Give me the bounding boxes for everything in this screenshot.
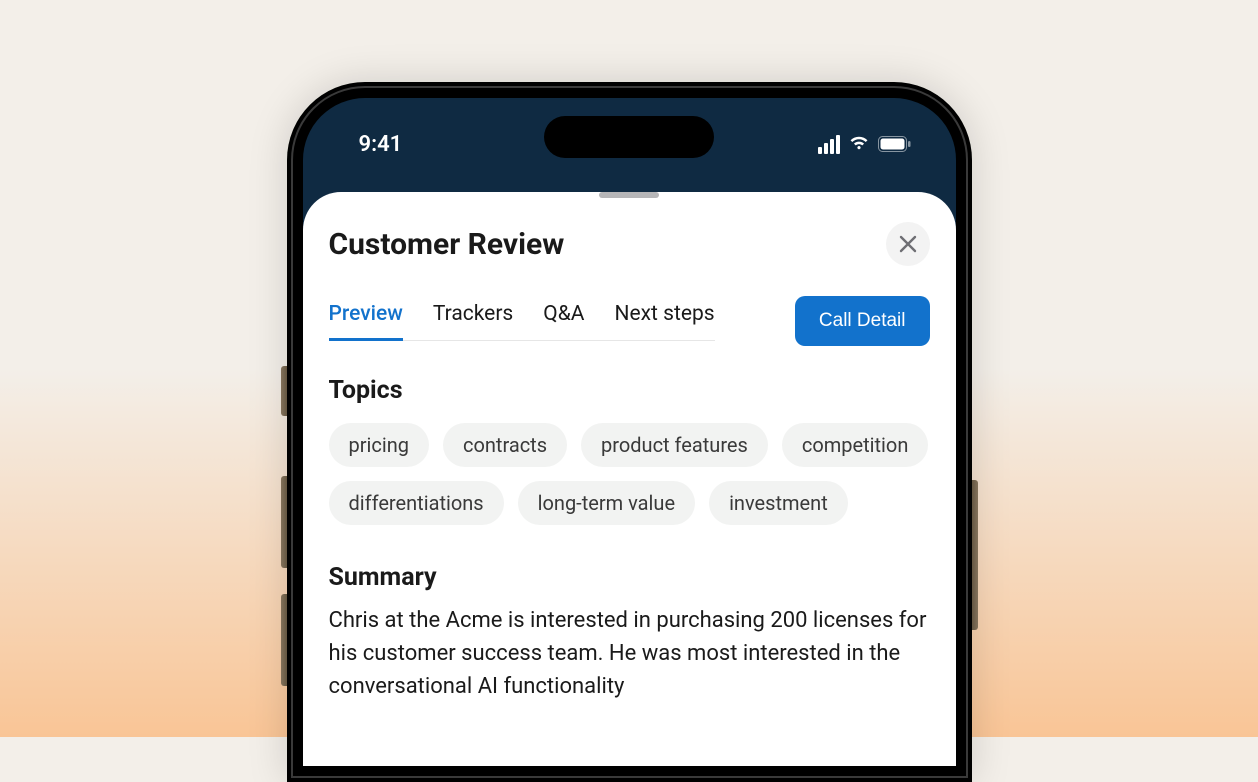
topic-chip[interactable]: investment bbox=[709, 481, 848, 525]
dynamic-island bbox=[544, 116, 714, 158]
tabs: Preview Trackers Q&A Next steps bbox=[329, 302, 715, 341]
summary-text: Chris at the Acme is interested in purch… bbox=[329, 604, 930, 703]
tab-trackers[interactable]: Trackers bbox=[433, 302, 513, 340]
topic-chip[interactable]: pricing bbox=[329, 423, 429, 467]
call-detail-button[interactable]: Call Detail bbox=[795, 296, 930, 346]
summary-heading: Summary bbox=[329, 563, 930, 592]
topics-heading: Topics bbox=[329, 376, 930, 405]
status-icons bbox=[818, 133, 912, 155]
phone-side-button bbox=[281, 594, 287, 686]
battery-icon bbox=[878, 136, 912, 152]
sheet-grabber[interactable] bbox=[599, 192, 659, 198]
sheet-header: Customer Review bbox=[329, 222, 930, 266]
tab-qa[interactable]: Q&A bbox=[543, 302, 584, 340]
topics-chips: pricing contracts product features compe… bbox=[329, 423, 930, 525]
topic-chip[interactable]: competition bbox=[782, 423, 929, 467]
topic-chip[interactable]: product features bbox=[581, 423, 768, 467]
topic-chip[interactable]: differentiations bbox=[329, 481, 504, 525]
tab-preview[interactable]: Preview bbox=[329, 302, 403, 340]
phone-mockup: 9:41 bbox=[287, 82, 972, 782]
status-time: 9:41 bbox=[347, 132, 403, 157]
topic-chip[interactable]: contracts bbox=[443, 423, 567, 467]
close-icon bbox=[899, 235, 917, 253]
close-button[interactable] bbox=[886, 222, 930, 266]
cellular-signal-icon bbox=[818, 135, 840, 154]
bottom-sheet: Customer Review Preview Trackers Q&A Nex… bbox=[303, 192, 956, 766]
phone-side-button bbox=[281, 366, 287, 416]
sheet-title: Customer Review bbox=[329, 227, 565, 262]
tab-next-steps[interactable]: Next steps bbox=[615, 302, 715, 340]
wifi-icon bbox=[848, 133, 870, 155]
phone-side-button bbox=[281, 476, 287, 568]
tab-row: Preview Trackers Q&A Next steps Call Det… bbox=[329, 296, 930, 346]
phone-screen: 9:41 bbox=[303, 98, 956, 766]
phone-frame: 9:41 bbox=[287, 82, 972, 782]
topic-chip[interactable]: long-term value bbox=[518, 481, 695, 525]
phone-side-button bbox=[972, 480, 978, 630]
